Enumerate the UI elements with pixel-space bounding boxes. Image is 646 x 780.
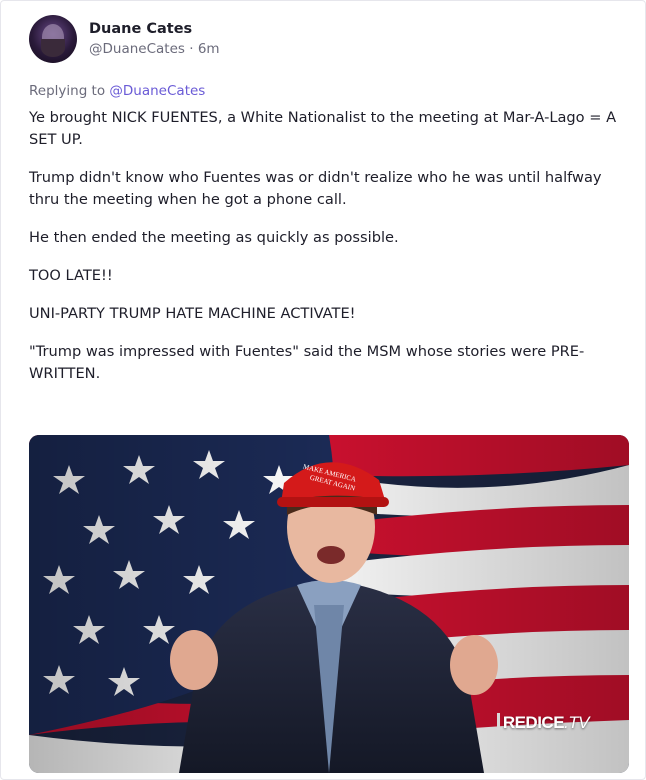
post-paragraph: "Trump was impressed with Fuentes" said … <box>29 343 585 382</box>
post-paragraph: UNI-PARTY TRUMP HATE MACHINE ACTIVATE! <box>29 305 356 322</box>
post-paragraph: Ye brought NICK FUENTES, a White Nationa… <box>29 109 617 148</box>
watermark: REDICE.TV <box>496 713 589 733</box>
post-paragraph: Trump didn't know who Fuentes was or did… <box>29 169 602 208</box>
reply-context: Replying to @DuaneCates <box>29 83 205 99</box>
author-handle[interactable]: @DuaneCates <box>89 41 185 57</box>
author-display-name[interactable]: Duane Cates <box>89 20 220 39</box>
avatar-beard <box>41 39 65 57</box>
watermark-bar <box>496 713 500 730</box>
reply-mention[interactable]: @DuaneCates <box>109 83 205 99</box>
author-handle-line: @DuaneCates · 6m <box>89 40 220 59</box>
post-time[interactable]: 6m <box>198 41 220 57</box>
post-paragraph: TOO LATE!! <box>29 267 113 284</box>
avatar[interactable] <box>29 15 77 63</box>
post-body: Ye brought NICK FUENTES, a White Nationa… <box>29 107 619 401</box>
reply-prefix: Replying to <box>29 83 106 99</box>
separator-dot: · <box>189 40 198 57</box>
post-card: Duane Cates @DuaneCates · 6m Replying to… <box>0 0 646 780</box>
post-image[interactable]: MAKE AMERICA GREAT AGAIN REDICE.TV <box>29 435 629 773</box>
watermark-suffix: .TV <box>564 713 589 732</box>
post-header: Duane Cates @DuaneCates · 6m <box>29 15 220 63</box>
watermark-main: REDICE <box>502 713 565 732</box>
author-info: Duane Cates @DuaneCates · 6m <box>89 20 220 59</box>
post-paragraph: He then ended the meeting as quickly as … <box>29 229 399 246</box>
